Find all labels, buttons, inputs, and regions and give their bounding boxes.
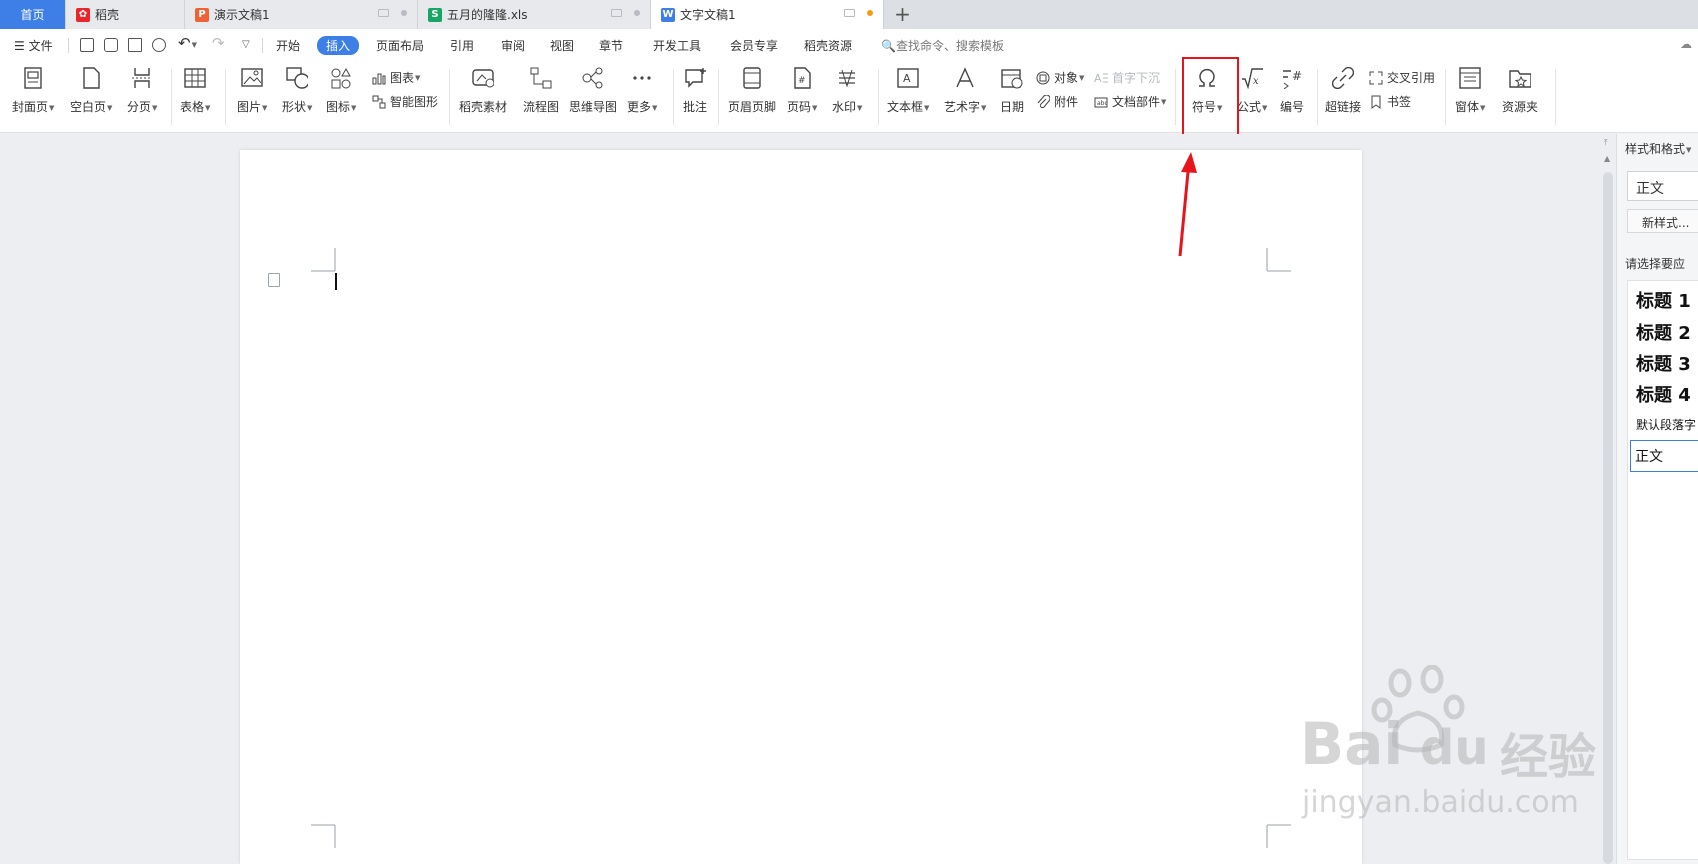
style-heading-3[interactable]: 标题 3 — [1636, 350, 1691, 376]
paragraph-marker-icon[interactable] — [268, 273, 280, 287]
margin-corner-bottom-left — [311, 824, 336, 848]
current-style-field[interactable]: 正文 — [1627, 171, 1698, 201]
style-default-para-font[interactable]: 默认段落字 — [1636, 416, 1696, 433]
margin-corner-bottom-right — [1266, 824, 1291, 848]
margin-corner-top-right — [1266, 248, 1291, 272]
styles-pane-title: 样式和格式▼ — [1625, 142, 1692, 156]
scroll-up-icon[interactable]: ▲ — [1604, 154, 1610, 163]
style-heading-4[interactable]: 标题 4 — [1636, 381, 1691, 407]
text-cursor — [335, 273, 337, 290]
scroll-top-icon[interactable]: ⤒ — [1604, 138, 1608, 148]
style-heading-2[interactable]: 标题 2 — [1636, 319, 1691, 345]
styles-pane-title-text: 样式和格式 — [1625, 142, 1686, 156]
styles-pane: 样式和格式▼ 正文 新样式... 请选择要应 标题 1 标题 2 标题 3 标题… — [1616, 134, 1698, 864]
scrollbar-thumb[interactable] — [1603, 172, 1613, 864]
style-hint-text: 请选择要应 — [1625, 257, 1686, 271]
vertical-scrollbar[interactable]: ⤒ ▲ — [1600, 134, 1616, 864]
page-overlay — [311, 152, 1291, 848]
new-style-button[interactable]: 新样式... — [1627, 209, 1698, 233]
margin-corner-top-left — [311, 248, 336, 272]
style-heading-1[interactable]: 标题 1 — [1636, 287, 1691, 313]
style-body-text[interactable]: 正文 — [1630, 440, 1698, 472]
style-list: 标题 1 标题 2 标题 3 标题 4 默认段落字 正文 — [1627, 280, 1698, 860]
red-arrow-icon — [1178, 152, 1197, 257]
